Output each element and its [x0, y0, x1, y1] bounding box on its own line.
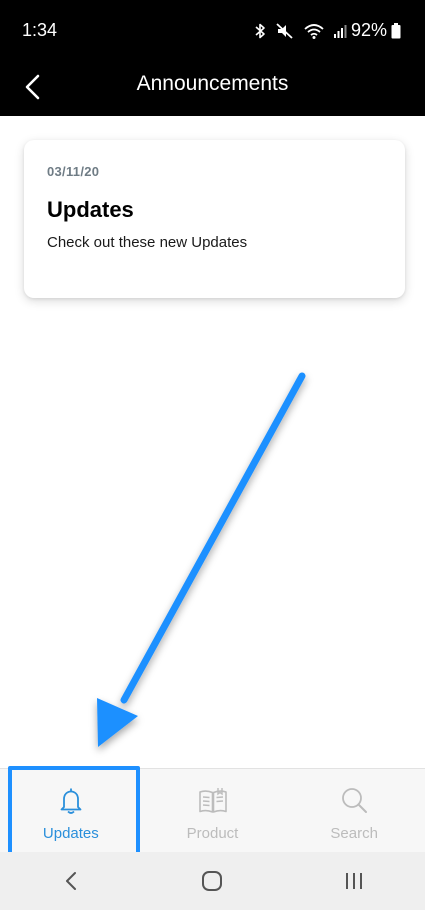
back-icon	[65, 872, 76, 890]
app-bar: Announcements	[0, 58, 425, 116]
mute-icon	[276, 23, 293, 39]
status-icons	[253, 20, 347, 42]
tab-updates[interactable]: Updates	[0, 769, 142, 852]
announcement-date: 03/11/20	[47, 164, 100, 179]
system-home-button[interactable]	[182, 861, 242, 901]
search-icon	[342, 788, 368, 813]
book-icon	[198, 788, 227, 813]
screen: 1:34 92% Announcements 03/11/20 Updates …	[0, 0, 425, 910]
system-recents-button[interactable]	[324, 861, 384, 901]
recents-icon	[346, 873, 363, 889]
announcement-body: Check out these new Updates	[47, 234, 248, 251]
announcement-title: Updates	[47, 197, 134, 222]
bell-icon	[60, 788, 82, 814]
page-title: Announcements	[136, 72, 289, 95]
bottom-tab-bar: Updates Product Search	[0, 768, 425, 852]
system-nav-bar	[0, 852, 425, 910]
tab-product[interactable]: Product	[142, 769, 284, 852]
home-icon	[202, 871, 223, 891]
announcement-card[interactable]: 03/11/20 Updates Check out these new Upd…	[24, 140, 405, 298]
wifi-icon	[304, 24, 324, 39]
status-time: 1:34	[22, 20, 58, 40]
tab-label: Updates	[42, 825, 99, 842]
battery: 92%	[351, 20, 401, 41]
tab-label: Product	[186, 825, 239, 842]
system-back-button[interactable]	[41, 861, 101, 901]
bluetooth-icon	[255, 23, 265, 39]
signal-icon	[334, 25, 347, 38]
status-bar: 1:34 92%	[0, 0, 425, 58]
battery-percent: 92%	[350, 20, 387, 40]
battery-icon	[391, 22, 401, 38]
tab-label: Search	[330, 825, 378, 842]
tab-search[interactable]: Search	[283, 769, 425, 852]
